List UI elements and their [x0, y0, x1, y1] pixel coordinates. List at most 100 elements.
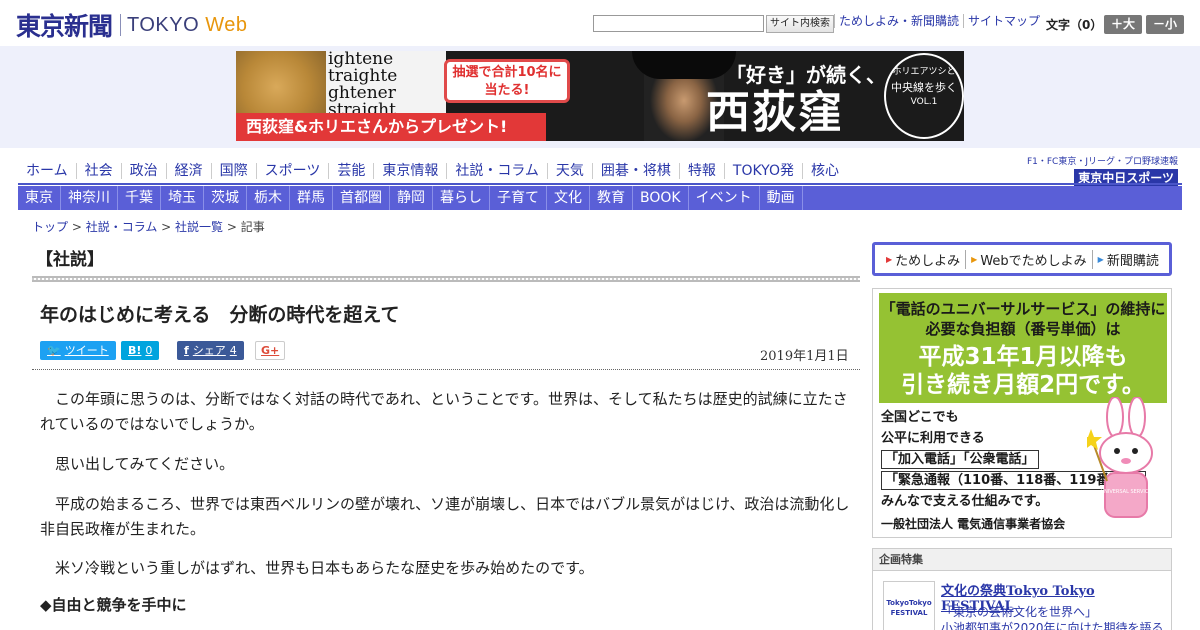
ad-sponsor: 一般社団法人 電気通信事業者協会 — [881, 517, 1066, 531]
tweet-label: ツイート — [64, 344, 109, 357]
font-size-up-button[interactable]: ＋大 — [1104, 15, 1142, 34]
nav-go-shogi[interactable]: 囲碁・将棋 — [591, 163, 679, 179]
section-title: 【社説】 — [36, 250, 104, 270]
ad-hat-shape — [632, 51, 736, 79]
feature-thumbnail[interactable]: TokyoTokyo FESTIVAL — [883, 581, 935, 630]
triangle-right-icon: ▶ — [971, 254, 978, 264]
bunny-mascot-icon: UNIVERSAL SERVICE — [1087, 397, 1153, 518]
region-shizuoka[interactable]: 静岡 — [390, 186, 433, 210]
header-links: ためしよみ・新聞購読 サイトマップ — [834, 14, 1044, 28]
site-logo[interactable]: 東京新聞 TOKYO Web — [16, 7, 248, 43]
web-trial-read-link[interactable]: ▶ Webでためしよみ — [965, 249, 1092, 269]
site-search-input[interactable] — [593, 15, 764, 32]
nav-international[interactable]: 国際 — [210, 163, 256, 179]
region-tochigi[interactable]: 栃木 — [247, 186, 290, 210]
triangle-right-icon: ▶ — [886, 254, 893, 264]
nav-event[interactable]: イベント — [689, 186, 760, 210]
google-plus-button[interactable]: G+ — [255, 341, 286, 360]
breadcrumb-current: 記事 — [240, 220, 265, 234]
main-nav: ホーム 社会 政治 経済 国際 スポーツ 芸能 東京情報 社説・コラム 天気 囲… — [18, 158, 847, 184]
region-gunma[interactable]: 群馬 — [290, 186, 333, 210]
nav-politics[interactable]: 政治 — [120, 163, 166, 179]
publish-date: 2019年1月1日 — [760, 349, 849, 364]
sitemap-link[interactable]: サイトマップ — [963, 14, 1044, 28]
nav-divider — [18, 183, 1182, 185]
site-search-button[interactable]: サイト内検索 — [766, 15, 834, 33]
article-paragraph: この年頭に思うのは、分断ではなく対話の時代であれ、ということです。世界は、そして… — [40, 390, 848, 433]
nav-living[interactable]: 暮らし — [433, 186, 490, 210]
nav-culture[interactable]: 文化 — [547, 186, 590, 210]
nav-education[interactable]: 教育 — [590, 186, 633, 210]
nav-economy[interactable]: 経済 — [165, 163, 211, 179]
article-paragraph: 思い出してみてください。 — [55, 455, 235, 473]
breadcrumb-top[interactable]: トップ — [32, 220, 68, 234]
nav-tokyo-info[interactable]: 東京情報 — [373, 163, 446, 179]
ad-text-art: ightene traighte ghtener straight — [326, 51, 446, 121]
nav-entertainment[interactable]: 芸能 — [328, 163, 373, 179]
feature-box: 企画特集 TokyoTokyo FESTIVAL 文化の祭典Tokyo Toky… — [872, 548, 1172, 630]
breadcrumb-editorial-list[interactable]: 社説一覧 — [175, 220, 223, 234]
ad-tagline: 「好き」が続く、 — [726, 63, 886, 87]
hatena-bookmark-icon: B! — [128, 344, 142, 357]
region-ibaraki[interactable]: 茨城 — [204, 186, 247, 210]
font-size-label: 文字（0） — [1046, 18, 1103, 32]
ad-circle-badge: ホリエアツシと 中央線を歩く VOL.1 — [884, 53, 964, 139]
nav-tokyo-hatsu[interactable]: TOKYO発 — [723, 163, 802, 179]
logo-divider — [120, 14, 122, 36]
ad-red-strip: 西荻窪&ホリエさんからプレゼント! — [236, 113, 546, 141]
ad-big-text: 西荻窪 — [706, 87, 844, 138]
nav-video[interactable]: 動画 — [760, 186, 803, 210]
twitter-bird-icon: 🐦 — [47, 344, 61, 357]
region-chiba[interactable]: 千葉 — [118, 186, 161, 210]
hatena-count: 0 — [145, 344, 153, 357]
region-tokyo[interactable]: 東京 — [18, 186, 61, 210]
logo-en-text: TOKYO Web — [127, 13, 248, 36]
chunichi-sports-link[interactable]: F1・FC東京・Jリーグ・プロ野球速報 東京中日スポーツ — [1026, 154, 1178, 186]
nav-editorial-column[interactable]: 社説・コラム — [446, 163, 547, 179]
article-paragraph: 米ソ冷戦という重しがはずれ、世界も日本もあらたな歴史を歩み始めたのです。 — [55, 559, 594, 577]
trial-subscribe-link[interactable]: ためしよみ・新聞購読 — [834, 14, 963, 28]
section-divider — [32, 276, 860, 282]
region-saitama[interactable]: 埼玉 — [161, 186, 204, 210]
ad-headline-small: 「電話のユニバーサルサービス」の維持に必要な負担額（番号単価）は — [880, 300, 1166, 338]
logo-jp-text: 東京新聞 — [16, 12, 113, 41]
ad-headline-large: 平成31年1月以降も 引き続き月額2円です。 — [901, 344, 1145, 398]
triangle-right-icon: ▶ — [1097, 254, 1104, 264]
facebook-share-label: シェア — [192, 344, 226, 357]
subscribe-link[interactable]: ▶ 新聞購読 — [1091, 249, 1164, 269]
font-size-down-button[interactable]: －小 — [1146, 15, 1184, 34]
nav-book[interactable]: BOOK — [633, 186, 689, 210]
banner-ad[interactable]: ightene traighte ghtener straight 抽選で合計1… — [236, 51, 964, 141]
article-title: 年のはじめに考える 分断の時代を超えて — [40, 304, 400, 326]
subscription-links: ▶ ためしよみ ▶ Webでためしよみ ▶ 新聞購読 — [872, 242, 1172, 276]
facebook-icon: f — [184, 344, 189, 357]
google-plus-icon: G+ — [261, 344, 280, 357]
bunny-badge-text: UNIVERSAL SERVICE — [1100, 489, 1151, 495]
region-shutoken[interactable]: 首都圏 — [333, 186, 390, 210]
feature-header: 企画特集 — [873, 549, 1171, 571]
ad-headline-panel: 「電話のユニバーサルサービス」の維持に必要な負担額（番号単価）は 平成31年1月… — [879, 293, 1167, 403]
tweet-button[interactable]: 🐦 ツイート — [40, 341, 116, 360]
breadcrumb-editorial-column[interactable]: 社説・コラム — [86, 220, 158, 234]
nav-sports[interactable]: スポーツ — [255, 163, 329, 179]
region-nav: 東京 神奈川 千葉 埼玉 茨城 栃木 群馬 首都圏 静岡 暮らし 子育て 文化 … — [18, 186, 1182, 210]
nav-home[interactable]: ホーム — [18, 163, 76, 179]
nav-society[interactable]: 社会 — [75, 163, 121, 179]
facebook-share-button[interactable]: f シェア 4 — [177, 341, 244, 360]
article-divider — [32, 369, 860, 370]
universal-service-ad[interactable]: 「電話のユニバーサルサービス」の維持に必要な負担額（番号単価）は 平成31年1月… — [872, 288, 1172, 538]
breadcrumb: トップ > 社説・コラム > 社説一覧 > 記事 — [32, 220, 265, 234]
hatena-bookmark-button[interactable]: B! 0 — [121, 341, 160, 360]
nav-core[interactable]: 核心 — [801, 163, 847, 179]
feature-subtitle[interactable]: 「東京の芸術文化を世界へ」 小池都知事が2020年に向けた期待を語る — [941, 604, 1164, 630]
trial-read-link[interactable]: ▶ ためしよみ — [881, 250, 965, 269]
nav-parenting[interactable]: 子育て — [490, 186, 547, 210]
article-subheading: ◆自由と競争を手中に — [40, 596, 187, 614]
nav-special-report[interactable]: 特報 — [678, 163, 724, 179]
article-paragraph: 平成の始まるころ、世界では東西ベルリンの壁が壊れ、ソ連が崩壊し、日本ではバブル景… — [40, 495, 850, 538]
region-kanagawa[interactable]: 神奈川 — [61, 186, 118, 210]
ad-bubble: 抽選で合計10名に当たる! — [444, 59, 570, 103]
sponsor-tagline: F1・FC東京・Jリーグ・プロ野球速報 — [1026, 157, 1178, 167]
facebook-share-count: 4 — [229, 344, 237, 357]
nav-weather[interactable]: 天気 — [546, 163, 592, 179]
